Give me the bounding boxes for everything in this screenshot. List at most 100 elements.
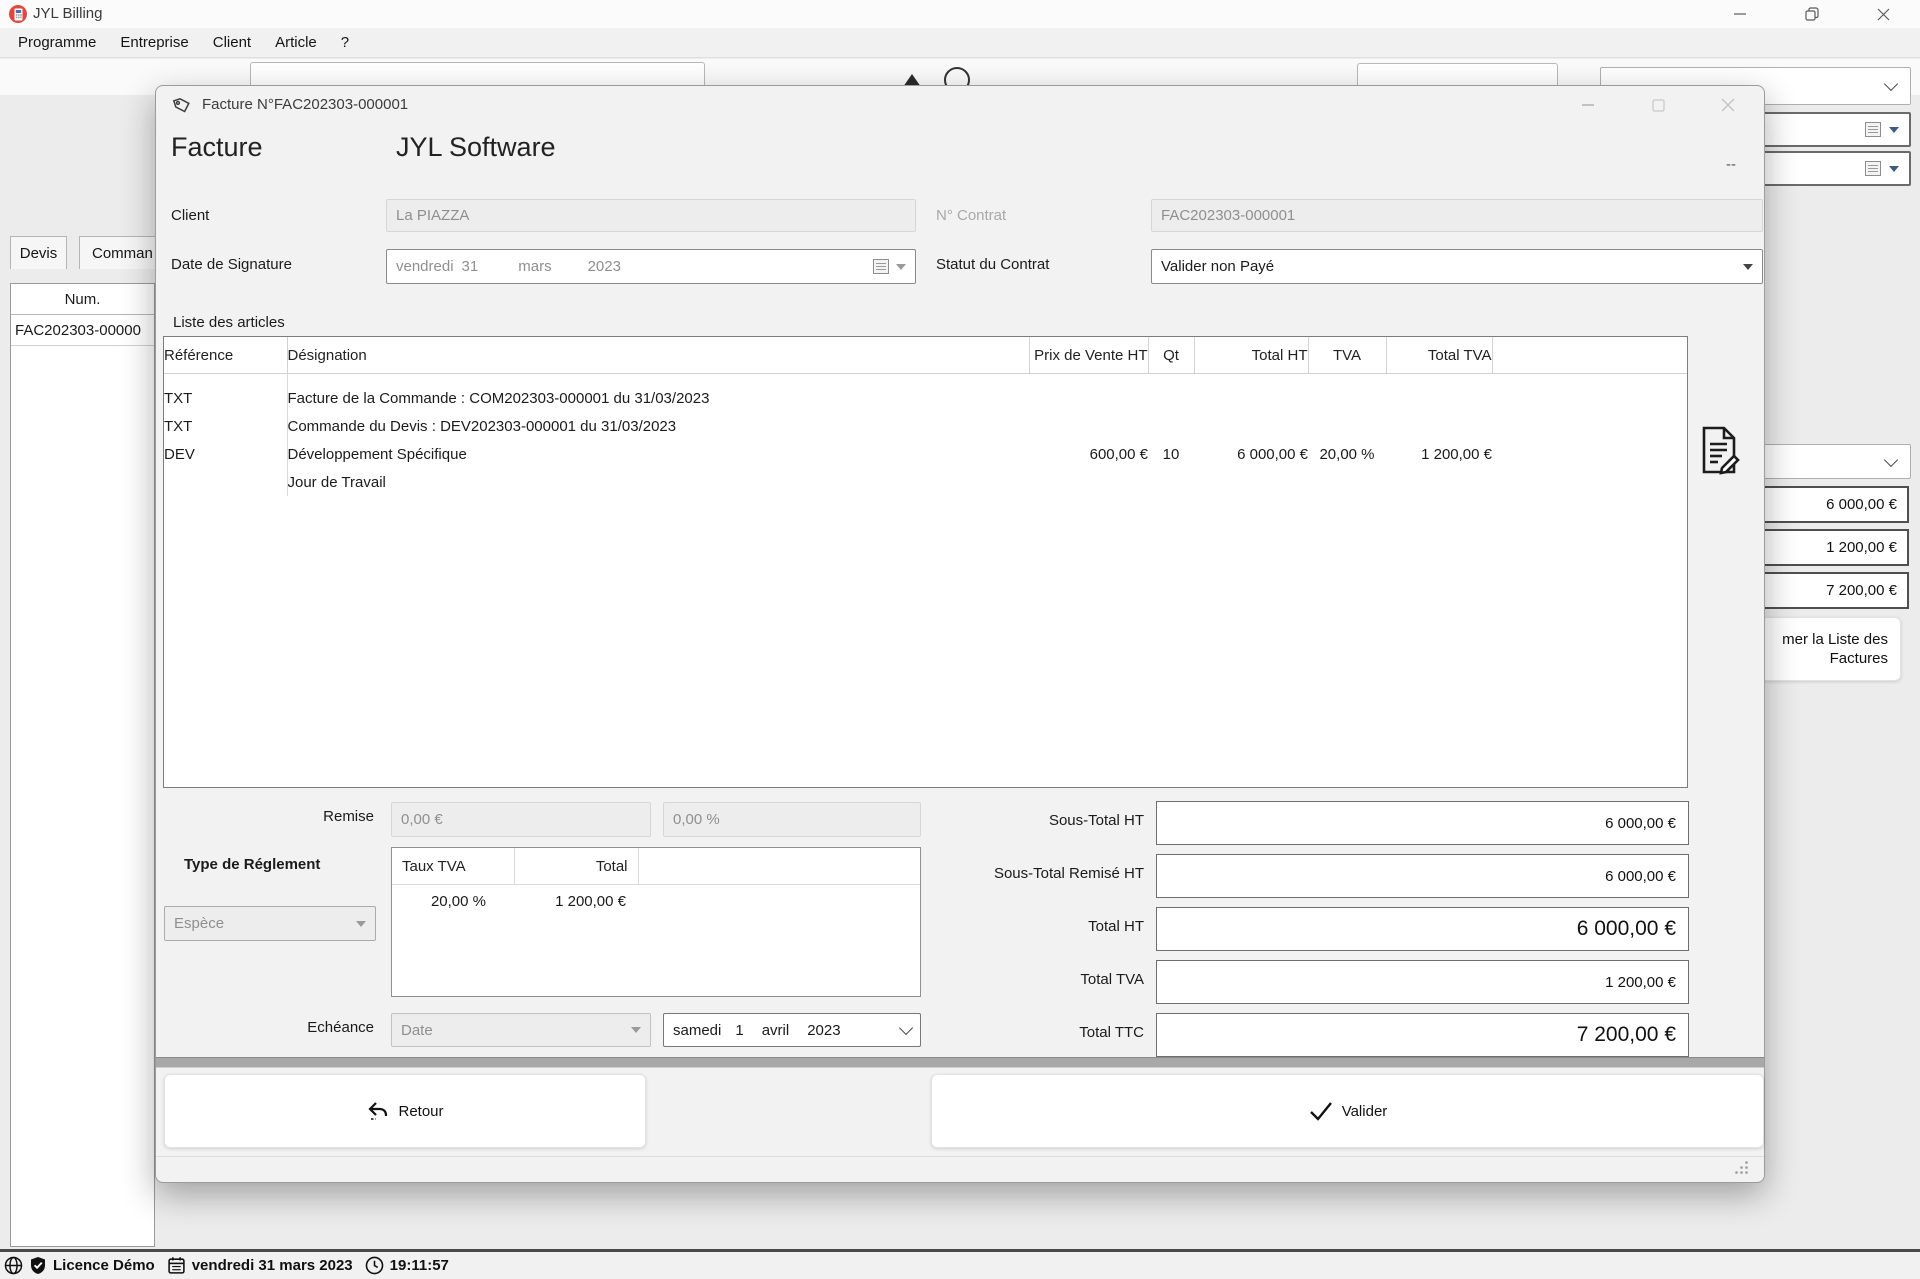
valider-button[interactable]: Valider — [931, 1074, 1764, 1148]
col-total-tva[interactable]: Total TVA — [1386, 337, 1493, 374]
window-close-button[interactable] — [1860, 0, 1906, 28]
total-tva-field[interactable]: 1 200,00 € — [1156, 960, 1689, 1004]
cell-filler — [1492, 412, 1687, 440]
cell-ref: TXT — [164, 373, 288, 412]
dropdown-arrow-icon — [896, 263, 906, 270]
cell-tva — [1308, 468, 1386, 496]
articles-group-label: Liste des articles — [173, 314, 285, 331]
contrat-field[interactable]: FAC202303-000001 — [1151, 199, 1763, 232]
tab-devis[interactable]: Devis — [10, 236, 67, 269]
cell-prix: 600,00 € — [1089, 445, 1148, 463]
print-button-line2: Factures — [1829, 650, 1888, 667]
total-ht-label: Total HT — [1088, 918, 1144, 935]
app-logo-icon — [8, 4, 28, 29]
total-ht-field[interactable]: 6 000,00 € — [1156, 907, 1689, 951]
cell-prix — [1029, 412, 1148, 440]
col-designation[interactable]: Désignation — [287, 337, 1030, 374]
total-ttc-field[interactable]: 7 200,00 € — [1156, 1013, 1689, 1057]
date-part-num: 1 — [735, 1021, 744, 1039]
menu-article[interactable]: Article — [275, 34, 317, 51]
total-tva-label: Total TVA — [1080, 971, 1144, 988]
cell-ref: DEV — [164, 440, 288, 468]
company-name: JYL Software — [396, 132, 556, 162]
cell-qt — [1148, 412, 1194, 440]
cell-filler — [1492, 468, 1687, 496]
date-part-day: samedi — [673, 1021, 722, 1039]
echeance-label: Echéance — [307, 1019, 374, 1036]
edit-document-icon[interactable] — [1696, 424, 1742, 481]
window-minimize-button[interactable] — [1717, 0, 1763, 28]
col-reference[interactable]: Référence — [164, 337, 288, 374]
signature-date-picker[interactable]: vendredi 31 mars 2023 — [386, 249, 916, 284]
col-tva[interactable]: TVA — [1308, 337, 1387, 374]
cell-total-ht — [1194, 412, 1308, 440]
window-restore-button[interactable] — [1789, 0, 1835, 28]
cell-designation: Facture de la Commande : COM202303-00000… — [287, 389, 710, 407]
col-total-ht[interactable]: Total HT — [1194, 337, 1309, 374]
app-title: JYL Billing — [33, 5, 103, 22]
calendar-icon — [873, 259, 889, 274]
echeance-type-combobox[interactable]: Date — [391, 1013, 651, 1047]
globe-icon — [4, 1256, 23, 1275]
status-date: vendredi 31 mars 2023 — [191, 1257, 353, 1274]
cell-total-tva — [1386, 412, 1492, 440]
table-row[interactable]: TXT Commande du Devis : DEV202303-000001… — [164, 412, 1687, 440]
invoice-list-panel: Num. FAC202303-00000 — [10, 283, 155, 1247]
cell-ref: TXT — [164, 412, 288, 440]
sous-total-ht-field[interactable]: 6 000,00 € — [1156, 801, 1689, 845]
statut-value: Valider non Payé — [1161, 258, 1275, 275]
total-ttc-label: Total TTC — [1079, 1024, 1144, 1041]
dropdown-arrow-icon — [1889, 126, 1899, 133]
tva-col-taux[interactable]: Taux TVA — [392, 848, 515, 885]
cell-filler — [1492, 440, 1687, 468]
cell-qt: 10 — [1162, 445, 1180, 463]
col-prix[interactable]: Prix de Vente HT — [1029, 337, 1149, 374]
remise-amount-field[interactable]: 0,00 € — [391, 802, 651, 837]
sous-total-remise-field[interactable]: 6 000,00 € — [1156, 854, 1689, 898]
menu-entreprise[interactable]: Entreprise — [120, 34, 188, 51]
dialog-minimize-button[interactable] — [1565, 86, 1611, 124]
table-row[interactable]: Jour de Travail — [164, 468, 1687, 496]
invoice-dialog: Facture N°FAC202303-000001 Facture JYL S… — [155, 85, 1765, 1183]
valider-button-label: Valider — [1341, 1102, 1388, 1120]
client-field[interactable]: La PIAZZA — [386, 199, 916, 232]
tva-rate-cell: 20,00 % — [430, 892, 486, 910]
reglement-combobox[interactable]: Espèce — [164, 906, 376, 941]
cell-total-tva — [1386, 468, 1492, 496]
print-button-line1: mer la Liste des — [1782, 631, 1888, 648]
table-row[interactable]: TXT Facture de la Commande : COM202303-0… — [164, 373, 1687, 413]
cell-designation: Jour de Travail — [287, 473, 386, 491]
separator-band — [156, 1057, 1764, 1068]
resize-grip[interactable] — [1734, 1160, 1749, 1180]
licence-label: Licence Démo — [53, 1257, 155, 1274]
menu-programme[interactable]: Programme — [18, 34, 96, 51]
dialog-maximize-button[interactable] — [1635, 86, 1681, 124]
calendar-icon — [1865, 161, 1881, 176]
chevron-down-icon — [1883, 452, 1899, 467]
header-dashes: -- — [1726, 156, 1736, 173]
tva-total-cell: 1 200,00 € — [555, 892, 626, 910]
reglement-value: Espèce — [174, 915, 225, 932]
articles-header-row: Référence Désignation Prix de Vente HT Q… — [164, 337, 1687, 374]
col-qt[interactable]: Qt — [1148, 337, 1195, 374]
retour-button[interactable]: Retour — [164, 1074, 646, 1148]
cell-ref — [164, 468, 288, 496]
dialog-close-button[interactable] — [1705, 86, 1751, 124]
chevron-down-icon — [1883, 76, 1899, 92]
menu-help[interactable]: ? — [341, 34, 349, 51]
menu-client[interactable]: Client — [213, 34, 251, 51]
cell-designation: Développement Spécifique — [287, 445, 467, 463]
tva-row[interactable]: 20,00 % 1 200,00 € — [392, 885, 920, 918]
statut-combobox[interactable]: Valider non Payé — [1151, 249, 1763, 284]
echeance-type-value: Date — [401, 1021, 433, 1039]
signature-label: Date de Signature — [171, 256, 292, 273]
tva-col-total[interactable]: Total — [514, 848, 639, 885]
cell-tva — [1308, 374, 1386, 413]
retour-button-label: Retour — [398, 1102, 444, 1120]
sous-total-remise-label: Sous-Total Remisé HT — [993, 865, 1144, 882]
shield-check-icon — [29, 1256, 47, 1275]
list-column-header[interactable]: Num. — [11, 284, 154, 315]
list-item[interactable]: FAC202303-00000 — [11, 315, 154, 346]
col-filler — [1492, 337, 1687, 374]
table-row[interactable]: DEV Développement Spécifique 600,00 € 10… — [164, 440, 1687, 468]
